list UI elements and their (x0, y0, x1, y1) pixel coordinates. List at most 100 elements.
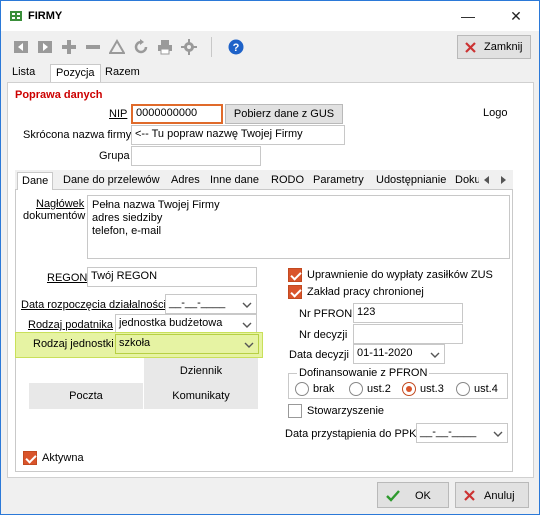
tab-rodo[interactable]: RODO (267, 172, 308, 190)
unit-type-select[interactable]: szkoła (115, 334, 259, 354)
tab-inne-dane[interactable]: Inne dane (206, 172, 263, 190)
taxpayer-value: jednostka budżetowa (119, 317, 223, 329)
close-window-button[interactable]: ✕ (494, 1, 538, 31)
firmy-window: FIRMY — ✕ ? Zamknij Lista Pozycja Razem … (0, 0, 540, 515)
tab-razem[interactable]: Razem (100, 64, 145, 82)
active-label: Aktywna (42, 452, 84, 464)
headers-textarea[interactable]: Pełna nazwa Twojej Firmy adres siedziby … (87, 195, 510, 259)
short-name-label: Skrócona nazwa firmy (23, 129, 132, 141)
logo-label: Logo (483, 107, 508, 119)
tab-parametry[interactable]: Parametry (309, 172, 368, 190)
add-icon[interactable] (61, 39, 77, 55)
tab-dane[interactable]: Dane (17, 172, 54, 190)
title-bar: FIRMY — ✕ (1, 1, 539, 31)
chevron-down-icon (493, 431, 503, 437)
headers-label-2: dokumentów (23, 210, 86, 222)
toolbar: ? Zamknij (1, 31, 539, 63)
section-title: Poprawa danych (15, 89, 103, 101)
app-icon (10, 11, 22, 21)
close-button-label: Zamknij (484, 41, 523, 53)
gus-button[interactable]: Pobierz dane z GUS (225, 104, 343, 124)
check-icon (386, 490, 400, 502)
toolbar-separator (211, 37, 212, 57)
tab-lista[interactable]: Lista (7, 64, 40, 82)
sub-tabs: Dane Dane do przelewów Adres Inne dane R… (15, 170, 513, 190)
tab-pozycja[interactable]: Pozycja (50, 64, 101, 82)
zus-checkbox[interactable] (288, 268, 302, 282)
tab-scroll-left-icon[interactable] (481, 174, 493, 186)
active-checkbox[interactable] (23, 451, 37, 465)
decision-date-picker[interactable]: 01-11-2020 (353, 344, 445, 364)
filter-icon[interactable] (109, 39, 125, 55)
minimize-button[interactable]: — (446, 1, 490, 31)
tab-dane-do-przelewow[interactable]: Dane do przelewów (59, 172, 164, 190)
chevron-down-icon (430, 352, 440, 358)
start-date-picker[interactable]: __-__-____ (165, 294, 257, 314)
pfron-radio-brak[interactable] (295, 382, 309, 396)
tab-dokumenty[interactable]: Doku (451, 172, 479, 190)
footer-bar: OK Anuluj (1, 478, 539, 514)
dziennik-button[interactable]: Dziennik (144, 358, 258, 384)
pfron-radio-ust2[interactable] (349, 382, 363, 396)
pfron-group-label: Dofinansowanie z PFRON (297, 367, 430, 379)
pfron-no-input[interactable]: 123 (353, 303, 463, 323)
start-date-label: Data rozpoczęcia działalności (21, 299, 166, 311)
pfron-radio-ust3[interactable] (402, 382, 416, 396)
ppk-label: Data przystąpienia do PPK (285, 428, 417, 440)
pfron-option-label: ust.3 (420, 383, 444, 395)
start-date-value: __-__-____ (169, 297, 226, 309)
zus-label: Uprawnienie do wypłaty zasiłków ZUS (307, 269, 493, 281)
decision-no-input[interactable] (353, 324, 463, 344)
tab-adres[interactable]: Adres (167, 172, 204, 190)
remove-icon[interactable] (85, 39, 101, 55)
regon-label: REGON (47, 272, 88, 284)
chevron-down-icon (242, 322, 252, 328)
regon-input[interactable]: Twój REGON (87, 267, 257, 287)
cancel-button[interactable]: Anuluj (455, 482, 529, 508)
prev-icon[interactable] (13, 39, 29, 55)
decision-date-value: 01-11-2020 (357, 347, 413, 359)
ppk-date-picker[interactable]: __-__-____ (416, 423, 508, 443)
nip-label: NIP (109, 108, 128, 120)
ok-button[interactable]: OK (377, 482, 449, 508)
tab-udostepnianie[interactable]: Udostępnianie (372, 172, 450, 190)
svg-text:?: ? (233, 42, 240, 54)
pfron-option-label: brak (313, 383, 335, 395)
pfron-no-label: Nr PFRON (299, 308, 353, 320)
refresh-icon[interactable] (133, 39, 149, 55)
chevron-down-icon (244, 342, 254, 348)
decision-no-label: Nr decyzji (299, 329, 348, 341)
pfron-option-label: ust.2 (367, 383, 391, 395)
group-label: Grupa (99, 150, 130, 162)
next-icon[interactable] (37, 39, 53, 55)
taxpayer-select[interactable]: jednostka budżetowa (115, 314, 257, 334)
short-name-input[interactable]: <-- Tu popraw nazwę Twojej Firmy (131, 125, 345, 145)
print-icon[interactable] (157, 39, 173, 55)
cancel-label: Anuluj (484, 490, 515, 502)
close-button[interactable]: Zamknij (457, 35, 531, 59)
window-title: FIRMY (28, 10, 63, 22)
chroniony-checkbox[interactable] (288, 285, 302, 299)
chevron-down-icon (242, 302, 252, 308)
nip-input[interactable]: 0000000000 (131, 104, 223, 124)
unit-type-value: szkoła (119, 337, 151, 349)
headers-line: Pełna nazwa Twojej Firmy (92, 199, 220, 211)
tab-scroll-right-icon[interactable] (497, 174, 509, 186)
unit-type-label: Rodzaj jednostki (33, 338, 114, 350)
headers-label-1: Nagłówek (36, 198, 85, 210)
headers-line: telefon, e-mail (92, 225, 162, 237)
group-input[interactable] (131, 146, 261, 166)
komunikaty-button[interactable]: Komunikaty (144, 383, 258, 409)
help-icon[interactable]: ? (228, 39, 244, 55)
association-checkbox[interactable] (288, 404, 302, 418)
poczta-button[interactable]: Poczta (29, 383, 143, 409)
association-label: Stowarzyszenie (307, 405, 385, 417)
pfron-option-label: ust.4 (474, 383, 498, 395)
settings-icon[interactable] (181, 39, 197, 55)
close-icon (464, 490, 475, 501)
pfron-radio-ust4[interactable] (456, 382, 470, 396)
headers-line: adres siedziby (92, 212, 163, 224)
taxpayer-label: Rodzaj podatnika (28, 319, 114, 331)
ppk-value: __-__-____ (420, 426, 477, 438)
chroniony-label: Zakład pracy chronionej (307, 286, 424, 298)
